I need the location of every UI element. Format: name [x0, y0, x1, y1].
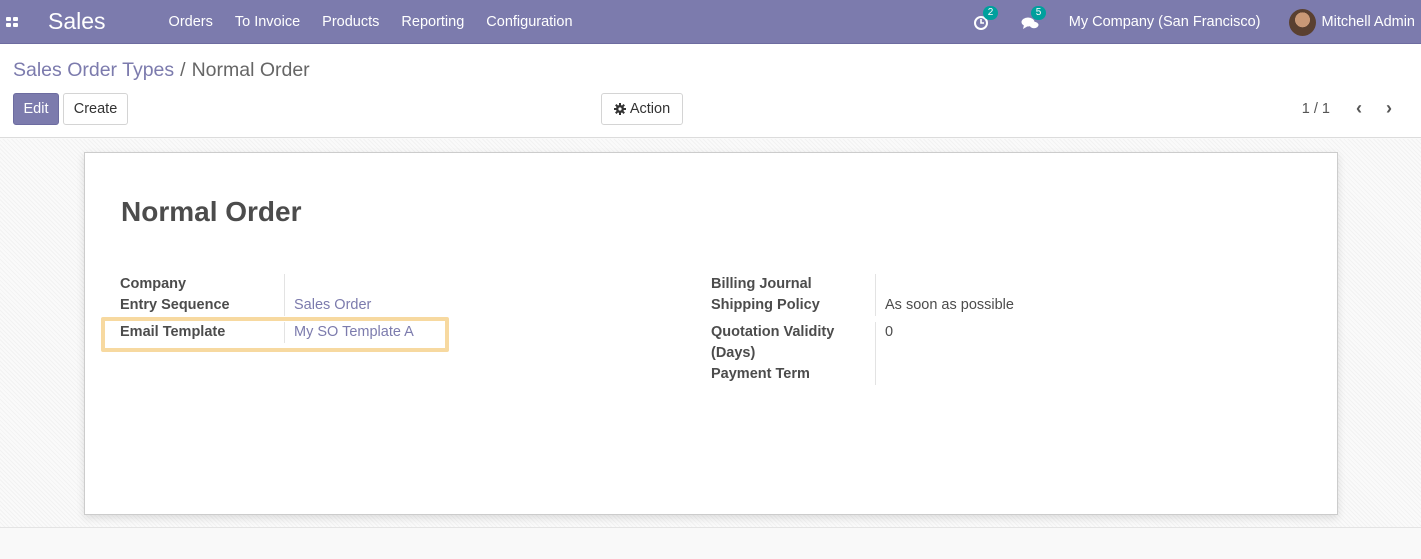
chevron-left-icon[interactable]: ‹	[1356, 98, 1362, 119]
field-label: Shipping Policy	[711, 295, 876, 316]
entry-sequence-link[interactable]: Sales Order	[285, 295, 371, 316]
pager-value[interactable]: 1 / 1	[1302, 101, 1330, 117]
field-row-quotation-validity: Quotation Validity (Days) 0	[711, 322, 1014, 364]
field-row-shipping-policy: Shipping Policy As soon as possible	[711, 295, 1014, 316]
field-value	[285, 274, 294, 295]
left-field-group: Company Entry Sequence Sales Order Email…	[120, 274, 414, 343]
menu-item-configuration[interactable]: Configuration	[486, 14, 572, 30]
gear-icon	[613, 103, 626, 115]
breadcrumb-separator: /	[180, 59, 186, 81]
user-avatar[interactable]	[1288, 8, 1316, 36]
action-button[interactable]: Action	[601, 93, 683, 125]
edit-button[interactable]: Edit	[13, 93, 59, 125]
breadcrumb: Sales Order Types / Normal Order	[13, 59, 310, 82]
main-menu: Orders To Invoice Products Reporting Con…	[169, 14, 595, 30]
field-label: Company	[120, 274, 285, 295]
menu-item-orders[interactable]: Orders	[169, 14, 213, 30]
field-label: Billing Journal	[711, 274, 876, 295]
breadcrumb-current: Normal Order	[191, 59, 310, 81]
menu-item-reporting[interactable]: Reporting	[401, 14, 464, 30]
field-label: Entry Sequence	[120, 295, 285, 316]
field-value	[876, 364, 885, 385]
chevron-right-icon[interactable]: ›	[1386, 98, 1392, 119]
apps-grid-icon[interactable]	[6, 16, 19, 27]
breadcrumb-parent-link[interactable]: Sales Order Types	[13, 59, 174, 82]
field-row-payment-term: Payment Term	[711, 364, 1014, 385]
field-row-email-template: Email Template My SO Template A	[120, 322, 414, 343]
field-label: Email Template	[120, 322, 285, 343]
field-row-billing-journal: Billing Journal	[711, 274, 1014, 295]
create-button[interactable]: Create	[63, 93, 128, 125]
field-label: Payment Term	[711, 364, 876, 385]
messaging-menu[interactable]: 5	[1021, 6, 1047, 31]
form-sheet: Normal Order Company Entry Sequence Sale…	[84, 152, 1338, 515]
activity-menu[interactable]: 2	[973, 6, 999, 31]
activity-count-badge: 2	[982, 6, 999, 20]
top-navbar: Sales Orders To Invoice Products Reporti…	[0, 0, 1421, 44]
field-value: As soon as possible	[885, 297, 1014, 313]
user-menu[interactable]: Mitchell Admin	[1322, 14, 1415, 30]
bottom-area	[0, 529, 1421, 559]
email-template-link[interactable]: My SO Template A	[285, 322, 414, 343]
field-value: 0	[885, 324, 894, 340]
field-row-company: Company	[120, 274, 414, 295]
company-switcher[interactable]: My Company (San Francisco)	[1069, 14, 1261, 30]
menu-item-products[interactable]: Products	[322, 14, 379, 30]
control-panel: Sales Order Types / Normal Order Edit Cr…	[0, 44, 1421, 138]
message-count-badge: 5	[1030, 6, 1047, 20]
field-row-entry-sequence: Entry Sequence Sales Order	[120, 295, 414, 316]
record-title: Normal Order	[121, 196, 302, 227]
field-label: Quotation Validity (Days)	[711, 322, 876, 364]
menu-item-to-invoice[interactable]: To Invoice	[235, 14, 300, 30]
app-brand[interactable]: Sales	[48, 8, 106, 35]
action-button-label: Action	[629, 101, 671, 117]
right-field-group: Billing Journal Shipping Policy As soon …	[711, 274, 1014, 385]
field-value	[876, 274, 885, 295]
